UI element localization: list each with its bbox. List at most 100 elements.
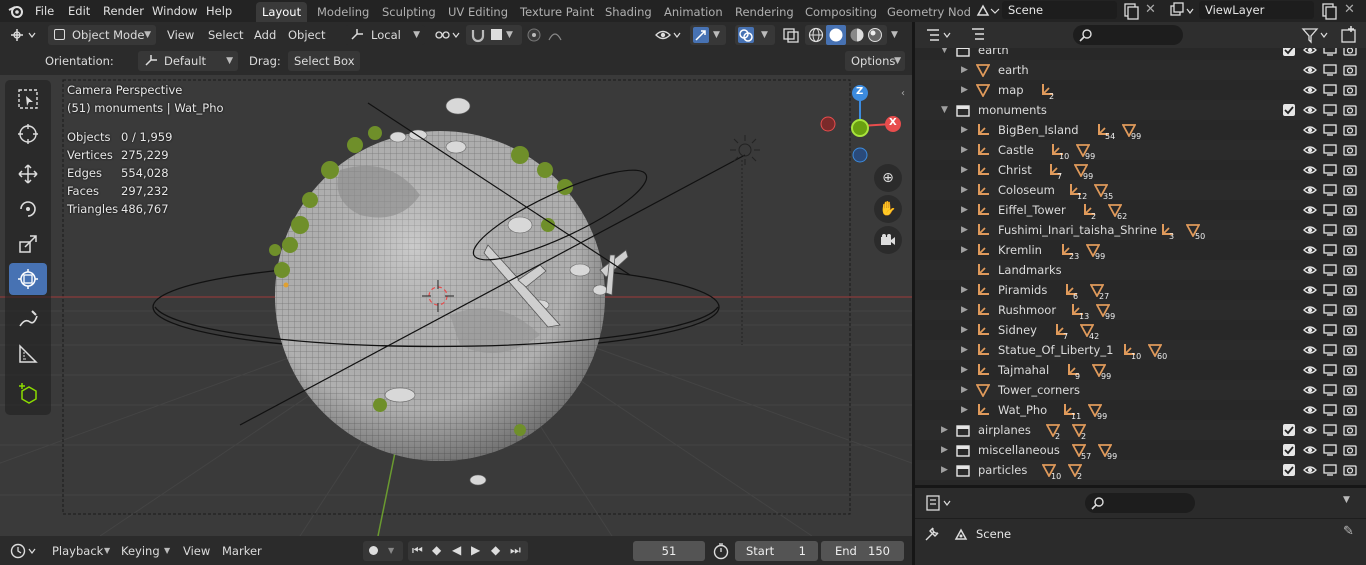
render-camera-icon[interactable] bbox=[1343, 83, 1357, 97]
visibility-eye-icon[interactable] bbox=[1303, 48, 1317, 57]
viewport-monitor-icon[interactable] bbox=[1323, 443, 1337, 457]
outliner-row-castle[interactable]: ▶ Castle 10 99 bbox=[915, 140, 1366, 161]
object-mode-dropdown[interactable]: Object Mode ▼ bbox=[48, 25, 156, 45]
drag-dropdown[interactable]: Select Box bbox=[288, 51, 360, 71]
outliner-row-sidney[interactable]: ▶ Sidney 7 42 bbox=[915, 320, 1366, 341]
menu-file[interactable]: File bbox=[35, 3, 54, 19]
tab-layout[interactable]: Layout bbox=[256, 2, 308, 22]
visibility-eye-icon[interactable] bbox=[1303, 303, 1317, 317]
visibility-eye-icon[interactable] bbox=[1303, 383, 1317, 397]
visibility-eye-icon[interactable] bbox=[1303, 163, 1317, 177]
visibility-eye-icon[interactable] bbox=[1303, 423, 1317, 437]
visibility-eye-icon[interactable] bbox=[1303, 63, 1317, 77]
viewport-monitor-icon[interactable] bbox=[1323, 343, 1337, 357]
render-camera-icon[interactable] bbox=[1343, 283, 1357, 297]
render-camera-icon[interactable] bbox=[1343, 163, 1357, 177]
snap-magnet-icon[interactable] bbox=[469, 27, 487, 43]
pin-icon[interactable]: ✎ bbox=[1343, 524, 1354, 539]
visibility-eye-icon[interactable] bbox=[1303, 103, 1317, 117]
expand-arrow-icon[interactable]: ▶ bbox=[961, 220, 971, 240]
include-checkbox[interactable] bbox=[1282, 423, 1296, 437]
render-camera-icon[interactable] bbox=[1343, 423, 1357, 437]
view-layer-icon[interactable] bbox=[1168, 2, 1196, 20]
menu-playback[interactable]: Playback bbox=[52, 541, 103, 561]
expand-arrow-icon[interactable]: ▶ bbox=[961, 280, 971, 300]
outliner-row-landmarks[interactable]: Landmarks bbox=[915, 260, 1366, 280]
viewport-monitor-icon[interactable] bbox=[1323, 383, 1337, 397]
outliner-row-bigben-island[interactable]: ▶ BigBen_Island 54 99 bbox=[915, 120, 1366, 141]
menu-edit[interactable]: Edit bbox=[68, 3, 90, 19]
menu-select[interactable]: Select bbox=[208, 25, 243, 45]
expand-arrow-icon[interactable]: ▶ bbox=[941, 440, 951, 460]
measure-tool[interactable] bbox=[9, 338, 47, 370]
viewport-monitor-icon[interactable] bbox=[1323, 63, 1337, 77]
orientation-dropdown[interactable]: Default ▼ bbox=[138, 51, 238, 71]
outliner-row-map[interactable]: ▶ map 2 bbox=[915, 80, 1366, 101]
include-checkbox[interactable] bbox=[1282, 103, 1296, 117]
expand-arrow-icon[interactable]: ▶ bbox=[961, 360, 971, 380]
tab-geometry-nodes[interactable]: Geometry Nod bbox=[881, 2, 977, 22]
pan-button[interactable]: ✋ bbox=[874, 195, 902, 223]
render-camera-icon[interactable] bbox=[1343, 243, 1357, 257]
expand-arrow-icon[interactable]: ▶ bbox=[961, 60, 971, 80]
outliner-row-statue-of-liberty-1[interactable]: ▶ Statue_Of_Liberty_1 10 60 bbox=[915, 340, 1366, 361]
outliner-row-miscellaneous[interactable]: ▶ miscellaneous 57 99 bbox=[915, 440, 1366, 461]
render-camera-icon[interactable] bbox=[1343, 223, 1357, 237]
play-reverse-icon[interactable]: ◀ bbox=[452, 543, 461, 557]
tab-uv-editing[interactable]: UV Editing bbox=[442, 2, 514, 22]
tool-tab-icon[interactable] bbox=[923, 525, 941, 543]
object-visibility-icon[interactable] bbox=[654, 26, 684, 44]
3d-viewport[interactable]: Camera Perspective (51) monuments | Wat_… bbox=[0, 75, 912, 536]
expand-arrow-icon[interactable]: ▶ bbox=[961, 400, 971, 420]
end-frame-field[interactable]: End 150 bbox=[821, 541, 904, 561]
annotate-tool[interactable] bbox=[9, 303, 47, 335]
menu-object[interactable]: Object bbox=[288, 25, 325, 45]
tab-modeling[interactable]: Modeling bbox=[311, 2, 375, 22]
sidebar-toggle-chevron-icon[interactable]: ‹ bbox=[901, 88, 905, 99]
gizmo-icon[interactable] bbox=[692, 26, 710, 44]
overlays-icon[interactable] bbox=[737, 26, 755, 44]
render-camera-icon[interactable] bbox=[1343, 183, 1357, 197]
blender-logo-icon[interactable] bbox=[8, 3, 24, 19]
viewport-monitor-icon[interactable] bbox=[1323, 363, 1337, 377]
expand-arrow-icon[interactable]: ▶ bbox=[961, 380, 971, 400]
jump-end-icon[interactable]: ⏭ bbox=[510, 543, 521, 558]
filter-icon[interactable] bbox=[1301, 26, 1331, 44]
visibility-eye-icon[interactable] bbox=[1303, 203, 1317, 217]
render-camera-icon[interactable] bbox=[1343, 48, 1357, 57]
delete-scene-icon[interactable]: ✕ bbox=[1145, 2, 1156, 17]
render-camera-icon[interactable] bbox=[1343, 203, 1357, 217]
shading-options-chevron-icon[interactable]: ▼ bbox=[891, 26, 898, 44]
camera-view-button[interactable] bbox=[874, 226, 902, 254]
start-frame-field[interactable]: Start 1 bbox=[735, 541, 818, 561]
visibility-eye-icon[interactable] bbox=[1303, 143, 1317, 157]
outliner-row-fushimi-inari-taisha-shrine[interactable]: ▶ Fushimi_Inari_taisha_Shrine 3 50 bbox=[915, 220, 1366, 241]
new-view-layer-icon[interactable] bbox=[1320, 2, 1338, 20]
outliner-row-wat-pho[interactable]: ▶ Wat_Pho 11 99 bbox=[915, 400, 1366, 421]
delete-view-layer-icon[interactable]: ✕ bbox=[1344, 2, 1355, 17]
outliner-row-eiffel-tower[interactable]: ▶ Eiffel_Tower 2 62 bbox=[915, 200, 1366, 221]
render-camera-icon[interactable] bbox=[1343, 323, 1357, 337]
viewport-monitor-icon[interactable] bbox=[1323, 103, 1337, 117]
expand-arrow-icon[interactable]: ▶ bbox=[961, 340, 971, 360]
viewport-monitor-icon[interactable] bbox=[1323, 243, 1337, 257]
render-camera-icon[interactable] bbox=[1343, 143, 1357, 157]
add-cube-tool[interactable] bbox=[9, 378, 47, 410]
render-camera-icon[interactable] bbox=[1343, 443, 1357, 457]
tab-shading[interactable]: Shading bbox=[599, 2, 658, 22]
visibility-eye-icon[interactable] bbox=[1303, 283, 1317, 297]
viewport-monitor-icon[interactable] bbox=[1323, 263, 1337, 277]
expand-arrow-icon[interactable]: ▶ bbox=[941, 420, 951, 440]
visibility-eye-icon[interactable] bbox=[1303, 223, 1317, 237]
timeline-editor-type-icon[interactable] bbox=[10, 542, 40, 560]
chevron-down-icon[interactable]: ▼ bbox=[761, 25, 768, 45]
render-camera-icon[interactable] bbox=[1343, 383, 1357, 397]
record-icon[interactable] bbox=[369, 546, 378, 555]
proportional-editing-icon[interactable] bbox=[525, 26, 573, 44]
outliner-row-tower-corners[interactable]: ▶ Tower_corners bbox=[915, 380, 1366, 400]
outliner-row-particles[interactable]: ▶ particles 10 2 bbox=[915, 460, 1366, 481]
viewport-monitor-icon[interactable] bbox=[1323, 403, 1337, 417]
chevron-down-icon[interactable]: ▼ bbox=[713, 25, 720, 45]
viewport-monitor-icon[interactable] bbox=[1323, 183, 1337, 197]
render-camera-icon[interactable] bbox=[1343, 103, 1357, 117]
